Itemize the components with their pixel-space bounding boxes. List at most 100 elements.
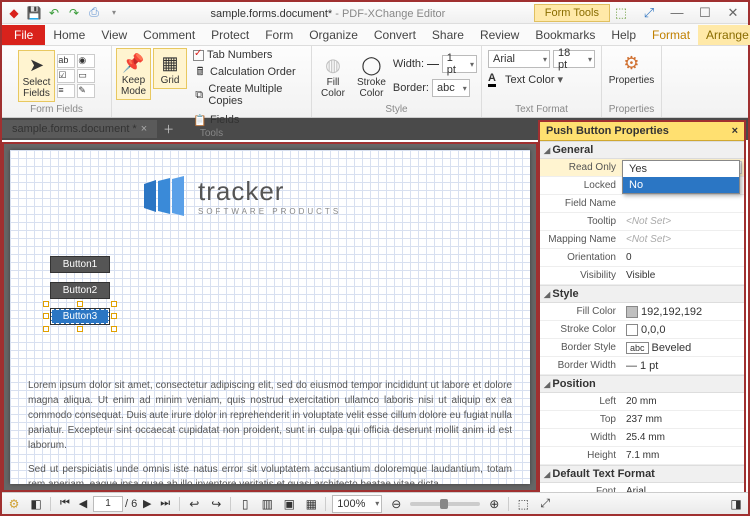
prop-border-width[interactable]: Border Width— 1 pt	[540, 357, 744, 375]
fit-actual-icon[interactable]: ⬚	[515, 496, 531, 512]
selection-handles[interactable]	[46, 304, 114, 329]
menu-form[interactable]: Form	[257, 25, 301, 45]
nav-fwd-icon[interactable]: ↪	[208, 496, 224, 512]
launch-app-icon[interactable]: ⤢	[638, 4, 660, 22]
width-combo[interactable]: 1 pt	[442, 55, 477, 73]
prop-visibility[interactable]: VisibilityVisible	[540, 267, 744, 285]
document-tab[interactable]: sample.forms.document *×	[2, 120, 157, 138]
dropdown-option-no[interactable]: No	[623, 177, 739, 193]
field-type-icon-6[interactable]: ✎	[77, 84, 95, 98]
stroke-color-button[interactable]: ◯Stroke Color	[352, 50, 391, 102]
context-tab-form-tools[interactable]: Form Tools	[534, 4, 610, 22]
menu-comment[interactable]: Comment	[135, 25, 203, 45]
properties-panel-header[interactable]: Push Button Properties×	[540, 122, 744, 141]
maximize-icon[interactable]: ☐	[694, 4, 716, 22]
layout-single-icon[interactable]: ▯	[237, 496, 253, 512]
prop-field-name[interactable]: Field Name	[540, 195, 744, 213]
section-text-format[interactable]: Default Text Format	[540, 465, 744, 483]
undo-icon[interactable]: ↶	[46, 5, 62, 21]
save-icon[interactable]: 💾	[26, 5, 42, 21]
form-button-2[interactable]: Button2	[50, 282, 110, 299]
tab-numbers-toggle[interactable]: Tab Numbers	[193, 48, 307, 62]
text-color-button[interactable]: A Text Color ▾	[488, 71, 595, 88]
file-menu[interactable]: File	[2, 25, 45, 45]
fit-page-icon[interactable]: ⤢	[537, 496, 553, 512]
menu-arrange[interactable]: Arrange	[698, 25, 750, 45]
page-canvas[interactable]: trackerSOFTWARE PRODUCTS Button1 Button2…	[10, 150, 530, 484]
zoom-combo[interactable]: 100%	[332, 495, 382, 513]
redo-icon[interactable]: ↷	[66, 5, 82, 21]
menu-review[interactable]: Review	[472, 25, 527, 45]
left-panel-icon[interactable]: ◧	[28, 496, 44, 512]
options-icon[interactable]: ⚙	[6, 496, 22, 512]
menu-view[interactable]: View	[93, 25, 135, 45]
fields-button[interactable]: 📋Fields	[193, 112, 307, 128]
print-icon[interactable]: ⎙	[86, 5, 102, 21]
font-size-combo[interactable]: 18 pt	[553, 50, 595, 68]
menu-home[interactable]: Home	[45, 25, 93, 45]
menu-share[interactable]: Share	[424, 25, 472, 45]
menu-convert[interactable]: Convert	[366, 25, 424, 45]
prop-height[interactable]: Height7.1 mm	[540, 447, 744, 465]
prop-tooltip[interactable]: Tooltip<Not Set>	[540, 213, 744, 231]
fill-color-icon: ◍	[321, 53, 345, 77]
prop-fill-color[interactable]: Fill Color192,192,192	[540, 303, 744, 321]
layout-two-cont-icon[interactable]: ▦	[303, 496, 319, 512]
layout-cont-icon[interactable]: ▥	[259, 496, 275, 512]
prop-width[interactable]: Width25.4 mm	[540, 429, 744, 447]
prop-stroke-color[interactable]: Stroke Color0,0,0	[540, 321, 744, 339]
menu-organize[interactable]: Organize	[301, 25, 366, 45]
tab-close-icon[interactable]: ×	[141, 123, 147, 135]
menu-protect[interactable]: Protect	[203, 25, 257, 45]
field-type-icon-2[interactable]: ☑	[57, 69, 75, 83]
menu-help[interactable]: Help	[603, 25, 644, 45]
read-only-dropdown[interactable]: Yes No	[622, 160, 740, 194]
next-page-icon[interactable]: ▶	[139, 496, 155, 512]
field-type-icon-1[interactable]: ab	[57, 54, 75, 68]
grid-button[interactable]: ▦Grid	[153, 48, 187, 89]
form-button-1[interactable]: Button1	[50, 256, 110, 273]
border-combo[interactable]: abc	[432, 79, 470, 97]
new-tab-button[interactable]: ＋	[157, 121, 180, 137]
dropdown-option-yes[interactable]: Yes	[623, 161, 739, 177]
nav-back-icon[interactable]: ↩	[186, 496, 202, 512]
prop-border-style[interactable]: Border StyleabcBeveled	[540, 339, 744, 357]
page-input[interactable]	[93, 496, 123, 512]
section-position[interactable]: Position	[540, 375, 744, 393]
zoom-out-icon[interactable]: ⊖	[388, 496, 404, 512]
calc-order-button[interactable]: 🖩Calculation Order	[193, 64, 307, 80]
fill-color-button[interactable]: ◍Fill Color	[316, 50, 350, 102]
keep-mode-button[interactable]: 📌Keep Mode	[116, 48, 151, 100]
section-style[interactable]: Style	[540, 285, 744, 303]
prev-page-icon[interactable]: ◀	[75, 496, 91, 512]
field-type-icon-5[interactable]: ▭	[77, 69, 95, 83]
prop-orientation[interactable]: Orientation0	[540, 249, 744, 267]
page-navigation: ⏮ ◀ / 6 ▶ ⏭	[57, 496, 173, 512]
menu-bookmarks[interactable]: Bookmarks	[527, 25, 603, 45]
layout-two-icon[interactable]: ▣	[281, 496, 297, 512]
close-icon[interactable]: ✕	[722, 4, 744, 22]
panel-close-icon[interactable]: ×	[732, 125, 738, 137]
font-combo[interactable]: Arial	[488, 50, 550, 68]
first-page-icon[interactable]: ⏮	[57, 496, 73, 512]
select-fields-button[interactable]: ➤Select Fields	[18, 50, 56, 102]
menu-format[interactable]: Format	[644, 25, 698, 45]
cursor-icon: ➤	[24, 53, 48, 77]
fill-color-swatch	[626, 306, 638, 318]
multi-copies-button[interactable]: ⧉Create Multiple Copies	[193, 82, 307, 108]
qat-more-icon[interactable]: ▾	[106, 5, 122, 21]
minimize-icon[interactable]: —	[666, 4, 688, 22]
stroke-color-swatch	[626, 324, 638, 336]
properties-button[interactable]: ⚙Properties	[604, 48, 660, 89]
prop-top[interactable]: Top237 mm	[540, 411, 744, 429]
zoom-slider[interactable]	[410, 502, 480, 506]
field-type-icon-4[interactable]: ◉	[77, 54, 95, 68]
prop-mapping-name[interactable]: Mapping Name<Not Set>	[540, 231, 744, 249]
ui-options-icon[interactable]: ⬚	[610, 4, 632, 22]
section-general[interactable]: General	[540, 141, 744, 159]
last-page-icon[interactable]: ⏭	[157, 496, 173, 512]
field-type-icon-3[interactable]: ≡	[57, 84, 75, 98]
prop-left[interactable]: Left20 mm	[540, 393, 744, 411]
right-panel-icon[interactable]: ◨	[728, 496, 744, 512]
zoom-in-icon[interactable]: ⊕	[486, 496, 502, 512]
